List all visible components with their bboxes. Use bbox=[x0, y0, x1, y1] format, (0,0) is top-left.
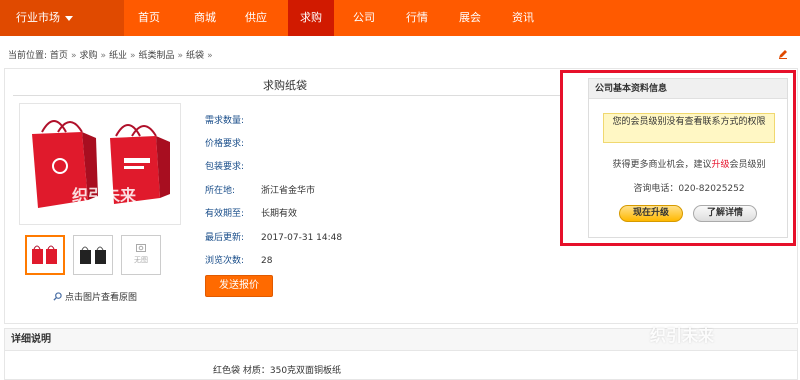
breadcrumb: 当前位置: 首页» 求购» 纸业» 纸类制品» 纸袋» bbox=[0, 46, 800, 66]
upgrade-now-button[interactable]: 现在升级 bbox=[619, 205, 683, 222]
consult-phone: 咨询电话：020-82025252 bbox=[633, 184, 745, 194]
product-main-image[interactable]: 织引未来 bbox=[19, 103, 181, 225]
breadcrumb-separator: » bbox=[130, 51, 136, 61]
view-original-link[interactable]: 点击图片查看原图 bbox=[53, 290, 137, 303]
field-label: 浏览次数: bbox=[205, 256, 245, 266]
industry-market-menu[interactable]: 行业市场 bbox=[0, 0, 124, 36]
learn-more-button[interactable]: 了解详情 bbox=[693, 205, 757, 222]
thumbnail-black-bag bbox=[80, 246, 106, 264]
nav-news[interactable]: 资讯 bbox=[500, 0, 546, 36]
thumbnail-red-bag bbox=[32, 245, 57, 264]
top-navigation: 行业市场 首页 商城 供应 求购 公司 行情 展会 资讯 bbox=[0, 0, 800, 36]
field-value: 长期有效 bbox=[261, 209, 298, 219]
field-packaging: 包装要求: bbox=[205, 159, 261, 172]
breadcrumb-separator: » bbox=[100, 51, 106, 61]
nav-mall[interactable]: 商城 bbox=[182, 0, 228, 36]
product-thumbnail-3[interactable]: 无图 bbox=[121, 235, 161, 275]
company-info-header: 公司基本资料信息 bbox=[589, 79, 787, 99]
field-last-updated: 最后更新: 2017-07-31 14:48 bbox=[205, 230, 342, 243]
field-label: 有效期至: bbox=[205, 209, 245, 219]
permission-warning: 您的会员级别没有查看联系方式的权限 bbox=[603, 113, 775, 143]
field-price: 价格要求: bbox=[205, 136, 261, 149]
field-label: 包装要求: bbox=[205, 162, 245, 172]
nav-supply[interactable]: 供应 bbox=[233, 0, 279, 36]
field-label: 价格要求: bbox=[205, 139, 245, 149]
nav-purchase[interactable]: 求购 bbox=[288, 0, 334, 36]
caret-down-icon bbox=[65, 15, 73, 21]
send-quote-button[interactable]: 发送报价 bbox=[205, 275, 273, 297]
upgrade-hint-suffix: 会员级别 bbox=[729, 160, 766, 170]
breadcrumb-prefix: 当前位置: bbox=[8, 51, 48, 61]
product-thumbnail-1[interactable] bbox=[25, 235, 65, 275]
breadcrumb-separator: » bbox=[207, 51, 213, 61]
breadcrumb-paper-products[interactable]: 纸类制品 bbox=[139, 51, 175, 61]
industry-market-label: 行业市场 bbox=[16, 11, 60, 24]
field-label: 最后更新: bbox=[205, 233, 245, 243]
field-value: 浙江省金华市 bbox=[261, 186, 316, 196]
field-quantity: 需求数量: bbox=[205, 113, 261, 126]
field-location: 所在地: 浙江省金华市 bbox=[205, 183, 315, 196]
nav-exhibition[interactable]: 展会 bbox=[447, 0, 493, 36]
watermark: 织引未来 bbox=[650, 326, 715, 345]
edit-icon[interactable] bbox=[778, 49, 788, 59]
field-value: 2017-07-31 14:48 bbox=[261, 233, 343, 243]
breadcrumb-purchase[interactable]: 求购 bbox=[79, 51, 97, 61]
field-views: 浏览次数: 28 bbox=[205, 253, 272, 266]
breadcrumb-home[interactable]: 首页 bbox=[50, 51, 68, 61]
nav-home[interactable]: 首页 bbox=[126, 0, 172, 36]
breadcrumb-paper-bag[interactable]: 纸袋 bbox=[186, 51, 204, 61]
detail-description: 红色袋 材质：350克双面铜板纸 bbox=[213, 366, 342, 376]
nav-market-quotes[interactable]: 行情 bbox=[394, 0, 440, 36]
upgrade-link[interactable]: 升级 bbox=[711, 160, 729, 170]
field-label: 需求数量: bbox=[205, 116, 245, 126]
upgrade-hint-prefix: 获得更多商业机会，建议 bbox=[612, 160, 712, 170]
paper-bag-image bbox=[32, 120, 170, 208]
field-label: 所在地: bbox=[205, 186, 236, 196]
watermark: 织引未来 bbox=[72, 186, 137, 205]
breadcrumb-separator: » bbox=[177, 51, 184, 61]
product-title: 求购纸袋 bbox=[263, 79, 307, 92]
nav-company[interactable]: 公司 bbox=[341, 0, 387, 36]
product-thumbnail-2[interactable] bbox=[73, 235, 113, 275]
company-info-box: 公司基本资料信息 您的会员级别没有查看联系方式的权限 获得更多商业机会，建议升级… bbox=[588, 78, 788, 238]
field-value: 28 bbox=[261, 256, 273, 266]
view-original-label: 点击图片查看原图 bbox=[65, 293, 138, 303]
no-image-placeholder: 无图 bbox=[122, 236, 160, 265]
upgrade-hint: 获得更多商业机会，建议升级会员级别 bbox=[589, 157, 789, 170]
breadcrumb-separator: » bbox=[70, 51, 77, 61]
no-image-label: 无图 bbox=[134, 256, 148, 264]
picture-icon bbox=[136, 244, 146, 252]
field-valid-until: 有效期至: 长期有效 bbox=[205, 206, 297, 219]
divider bbox=[13, 95, 561, 96]
magnifier-icon bbox=[53, 292, 62, 301]
breadcrumb-paper[interactable]: 纸业 bbox=[109, 51, 127, 61]
